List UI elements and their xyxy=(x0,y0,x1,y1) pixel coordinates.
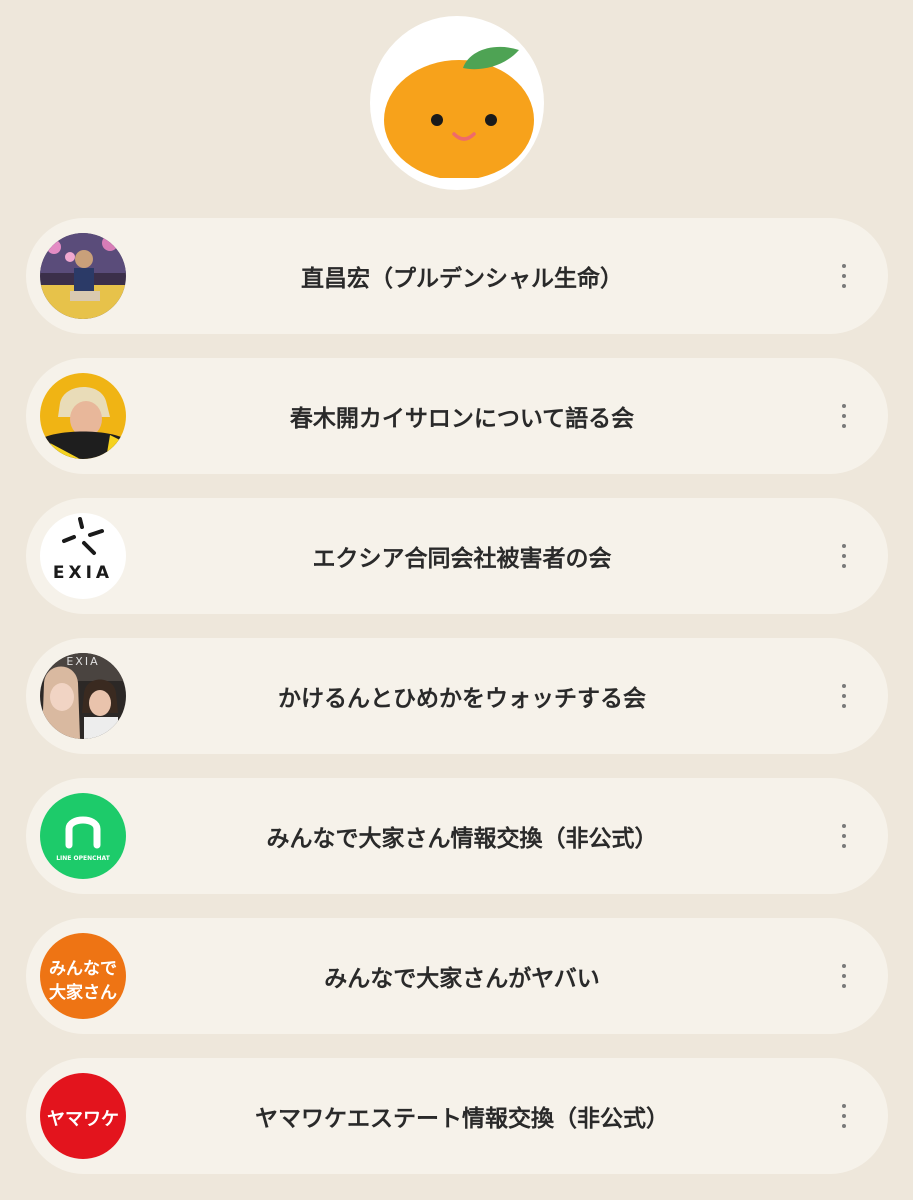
more-vertical-icon[interactable] xyxy=(834,404,854,428)
chat-item[interactable]: LINE OPENCHAT みんなで大家さん情報交換（非公式） xyxy=(26,778,888,894)
app-logo xyxy=(370,16,544,190)
line-openchat-text: LINE OPENCHAT xyxy=(56,855,110,862)
chat-item[interactable]: 直昌宏（プルデンシャル生命） xyxy=(26,218,888,334)
more-vertical-icon[interactable] xyxy=(834,824,854,848)
chat-item[interactable]: EXIA エクシア合同会社被害者の会 xyxy=(26,498,888,614)
minnade-ooyasan-logo: みんなで 大家さん xyxy=(40,933,126,1019)
more-vertical-icon[interactable] xyxy=(834,1104,854,1128)
more-vertical-icon[interactable] xyxy=(834,684,854,708)
chat-item[interactable]: 春木開カイサロンについて語る会 xyxy=(26,358,888,474)
more-vertical-icon[interactable] xyxy=(834,264,854,288)
chat-item[interactable]: ヤマワケ ヤマワケエステート情報交換（非公式） xyxy=(26,1058,888,1174)
more-vertical-icon[interactable] xyxy=(834,964,854,988)
openchat-list: 直昌宏（プルデンシャル生命） 春木開カイサロンについて語る会 EXIA エクシア… xyxy=(26,218,888,1198)
chat-title: みんなで大家さんがヤバい xyxy=(324,966,600,992)
chat-title: エクシア合同会社被害者の会 xyxy=(312,546,612,572)
chat-title: みんなで大家さん情報交換（非公式） xyxy=(266,826,658,852)
chat-title: 春木開カイサロンについて語る会 xyxy=(289,406,635,432)
mandarin-orange-face-icon xyxy=(384,46,534,178)
avatar-text-line-2: 大家さん xyxy=(49,983,117,1003)
line-openchat-logo: LINE OPENCHAT xyxy=(40,793,126,879)
more-vertical-icon[interactable] xyxy=(834,544,854,568)
chat-title: ヤマワケエステート情報交換（非公式） xyxy=(255,1106,669,1132)
chat-avatar xyxy=(40,373,126,459)
exia-logo: EXIA xyxy=(40,513,126,599)
chat-avatar: EXIA xyxy=(40,653,126,739)
yamawake-logo: ヤマワケ xyxy=(40,1073,126,1159)
avatar-text-line-1: みんなで xyxy=(49,959,117,979)
chat-title: かけるんとひめかをウォッチする会 xyxy=(278,686,646,712)
chat-avatar xyxy=(40,233,126,319)
exia-logo-text: EXIA xyxy=(52,563,114,583)
chat-item[interactable]: EXIA かけるんとひめかをウォッチする会 xyxy=(26,638,888,754)
chat-item[interactable]: みんなで 大家さん みんなで大家さんがヤバい xyxy=(26,918,888,1034)
photo-sign-text: EXIA xyxy=(66,655,100,668)
avatar-text: ヤマワケ xyxy=(47,1109,119,1130)
chat-title: 直昌宏（プルデンシャル生命） xyxy=(301,266,623,292)
